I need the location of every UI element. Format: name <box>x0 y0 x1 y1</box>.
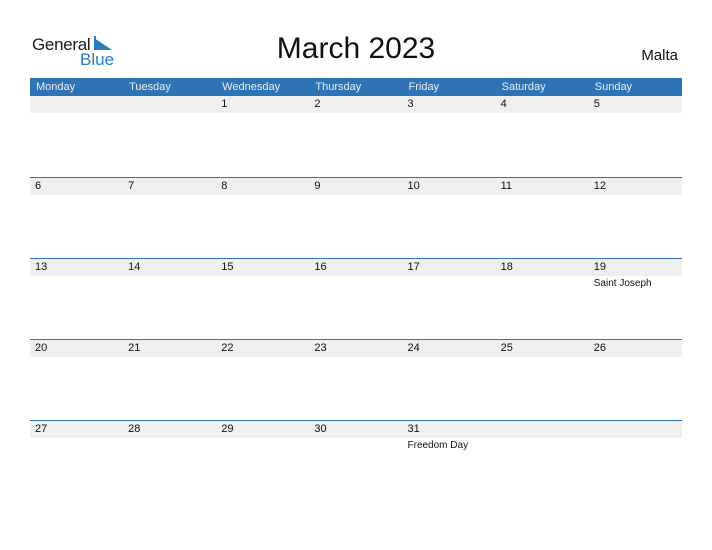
day-number: 1 <box>221 98 228 110</box>
day-number: 30 <box>314 423 327 435</box>
day-cell: 4 <box>496 96 589 113</box>
week-row: 13 14 15 16 17 18 19 Saint Joseph <box>30 258 682 339</box>
day-number <box>128 98 216 113</box>
day-number: 5 <box>593 98 600 110</box>
day-cell: 26 <box>589 340 682 357</box>
day-cell <box>496 421 589 451</box>
week-row: 6 7 8 9 10 11 12 <box>30 177 682 258</box>
week-cells: 13 14 15 16 17 18 19 Saint Joseph <box>30 259 682 289</box>
day-cell: 8 <box>216 178 309 195</box>
week-row: 20 21 22 23 24 25 26 <box>30 339 682 420</box>
day-cell: 12 <box>589 178 682 195</box>
weekday-friday: Friday <box>408 81 440 93</box>
weekday-saturday: Saturday <box>501 81 546 93</box>
day-number: 12 <box>593 180 606 192</box>
week-cells: 27 28 29 30 31 Freedom Day <box>30 421 682 451</box>
day-cell <box>589 421 682 451</box>
weeks-container: 1 2 3 4 5 6 7 8 9 10 11 12 13 14 15 16 17 18 19 Saint Josep… <box>30 96 682 501</box>
day-cell <box>123 96 216 113</box>
day-number: 23 <box>314 342 327 354</box>
day-number: 15 <box>221 261 234 273</box>
day-cell: 2 <box>309 96 402 113</box>
day-cell: 10 <box>403 178 496 195</box>
day-cell: 30 <box>309 421 402 451</box>
week-row: 1 2 3 4 5 <box>30 96 682 177</box>
weekday-wednesday: Wednesday <box>222 81 281 93</box>
calendar-grid: Monday Tuesday Wednesday Thursday Friday… <box>30 78 682 501</box>
day-cell: 14 <box>123 259 216 289</box>
week-cells: 20 21 22 23 24 25 26 <box>30 340 682 357</box>
day-number <box>501 423 589 438</box>
day-number: 20 <box>35 342 48 354</box>
day-cell: 16 <box>309 259 402 289</box>
day-number: 31 <box>407 423 420 435</box>
holiday-label: Freedom Day <box>407 440 469 451</box>
day-cell: 28 <box>123 421 216 451</box>
weekday-sunday: Sunday <box>594 81 633 93</box>
weekday-tuesday: Tuesday <box>129 81 171 93</box>
day-cell: 9 <box>309 178 402 195</box>
day-number: 17 <box>407 261 420 273</box>
day-cell: 6 <box>30 178 123 195</box>
day-cell: 1 <box>216 96 309 113</box>
calendar-title: March 2023 <box>276 32 436 65</box>
day-number: 24 <box>407 342 420 354</box>
week-cells: 1 2 3 4 5 <box>30 96 682 113</box>
day-number: 21 <box>128 342 141 354</box>
day-cell: 22 <box>216 340 309 357</box>
day-number: 10 <box>407 180 420 192</box>
day-number: 2 <box>314 98 321 110</box>
day-number: 27 <box>35 423 48 435</box>
day-cell: 17 <box>403 259 496 289</box>
day-number: 13 <box>35 261 48 273</box>
day-number: 7 <box>128 180 135 192</box>
day-cell: 7 <box>123 178 216 195</box>
day-number: 4 <box>500 98 507 110</box>
day-cell <box>30 96 123 113</box>
day-number: 26 <box>593 342 606 354</box>
day-cell: 5 <box>589 96 682 113</box>
day-number: 11 <box>500 180 513 192</box>
day-number: 19 <box>593 261 606 273</box>
day-number: 3 <box>407 98 414 110</box>
day-number: 16 <box>314 261 327 273</box>
day-cell: 3 <box>403 96 496 113</box>
day-cell: 21 <box>123 340 216 357</box>
day-number: 18 <box>500 261 513 273</box>
week-row: 27 28 29 30 31 Freedom Day <box>30 420 682 501</box>
day-cell: 29 <box>216 421 309 451</box>
day-number: 9 <box>314 180 321 192</box>
day-number: 6 <box>35 180 42 192</box>
day-cell: 25 <box>496 340 589 357</box>
weekday-header: Monday Tuesday Wednesday Thursday Friday… <box>30 78 682 96</box>
day-cell: 27 <box>30 421 123 451</box>
day-number <box>594 423 682 438</box>
country-label: Malta <box>641 47 678 64</box>
holiday-label: Saint Joseph <box>593 278 652 289</box>
day-number: 22 <box>221 342 234 354</box>
day-cell: 20 <box>30 340 123 357</box>
day-cell: 18 <box>496 259 589 289</box>
week-cells: 6 7 8 9 10 11 12 <box>30 178 682 195</box>
day-cell: 24 <box>403 340 496 357</box>
day-cell: 31 Freedom Day <box>403 421 496 451</box>
day-cell: 15 <box>216 259 309 289</box>
weekday-monday: Monday <box>36 81 76 93</box>
day-number <box>35 98 123 113</box>
day-number: 28 <box>128 423 141 435</box>
day-cell: 13 <box>30 259 123 289</box>
weekday-thursday: Thursday <box>315 81 362 93</box>
day-cell: 23 <box>309 340 402 357</box>
day-cell: 19 Saint Joseph <box>589 259 682 289</box>
day-cell: 11 <box>496 178 589 195</box>
day-number: 8 <box>221 180 228 192</box>
day-number: 25 <box>500 342 513 354</box>
day-number: 29 <box>221 423 234 435</box>
day-number: 14 <box>128 261 141 273</box>
